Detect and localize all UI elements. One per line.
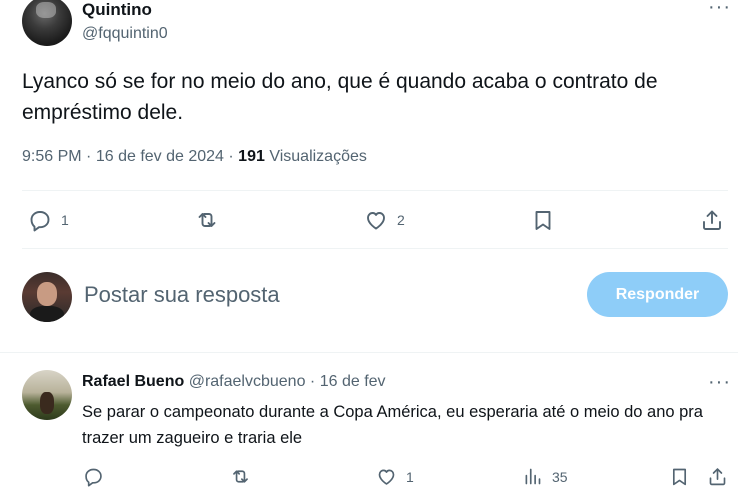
reply-author-name[interactable]: Rafael Bueno (82, 373, 184, 390)
tweet-meta: 9:56 PM · 16 de fev de 2024 · 191 Visual… (22, 148, 367, 166)
bookmark-icon (535, 211, 551, 230)
more-options-icon[interactable]: ··· (708, 0, 731, 17)
reply-retweet-action[interactable] (230, 466, 260, 487)
reply-bookmark-action[interactable] (669, 466, 690, 487)
reply-icon (85, 468, 102, 487)
retweet-icon (198, 213, 216, 227)
reply-button[interactable]: Responder (587, 272, 728, 317)
reply-icon (30, 211, 50, 232)
views-count: 191 (238, 148, 265, 165)
like-action[interactable]: 2 (364, 208, 405, 232)
bookmark-icon (672, 468, 687, 486)
reply-header: Rafael Bueno @rafaelvcbueno · 16 de fev (82, 373, 386, 391)
reply-like-count: 1 (406, 468, 414, 485)
reply-count: 1 (61, 212, 69, 228)
divider (22, 248, 728, 249)
divider (0, 352, 738, 353)
like-icon (378, 469, 395, 485)
author-name[interactable]: Quintino (82, 0, 152, 20)
author-avatar[interactable] (22, 0, 72, 46)
reply-action[interactable]: 1 (28, 208, 69, 232)
reply-views-count: 35 (552, 468, 568, 485)
reply-reply-action[interactable] (83, 466, 113, 487)
share-icon (709, 468, 726, 486)
retweet-action[interactable] (195, 208, 228, 232)
divider (22, 190, 728, 191)
author-handle[interactable]: @fqquintin0 (82, 25, 168, 43)
meta-separator: · (228, 148, 239, 165)
reply-text: Se parar o campeonato durante a Copa Amé… (82, 403, 703, 447)
like-icon (367, 212, 385, 230)
reply-views-action[interactable]: 35 (522, 466, 568, 487)
share-action[interactable] (700, 208, 724, 232)
reply-separator: · (309, 373, 316, 390)
like-count: 2 (397, 212, 405, 228)
current-user-avatar[interactable] (22, 272, 72, 322)
reply-author-handle[interactable]: @rafaelvcbueno (189, 373, 306, 390)
reply-input[interactable]: Postar sua resposta (84, 282, 280, 308)
views-label: Visualizações (269, 148, 367, 165)
retweet-icon (233, 470, 248, 483)
tweet-date[interactable]: 16 de fev de 2024 (96, 148, 224, 165)
views-icon (525, 468, 541, 485)
reply-date[interactable]: 16 de fev (320, 373, 386, 390)
reply-like-action[interactable]: 1 (376, 466, 414, 487)
bookmark-action[interactable] (531, 208, 555, 232)
tweet-text: Lyanco só se for no meio do ano, que é q… (22, 70, 658, 124)
tweet-time[interactable]: 9:56 PM (22, 148, 82, 165)
reply-share-action[interactable] (707, 466, 728, 487)
reply-author-avatar[interactable] (22, 370, 72, 420)
reply-more-options-icon[interactable]: ··· (708, 372, 731, 392)
meta-separator: · (86, 148, 96, 165)
share-icon (703, 210, 721, 230)
